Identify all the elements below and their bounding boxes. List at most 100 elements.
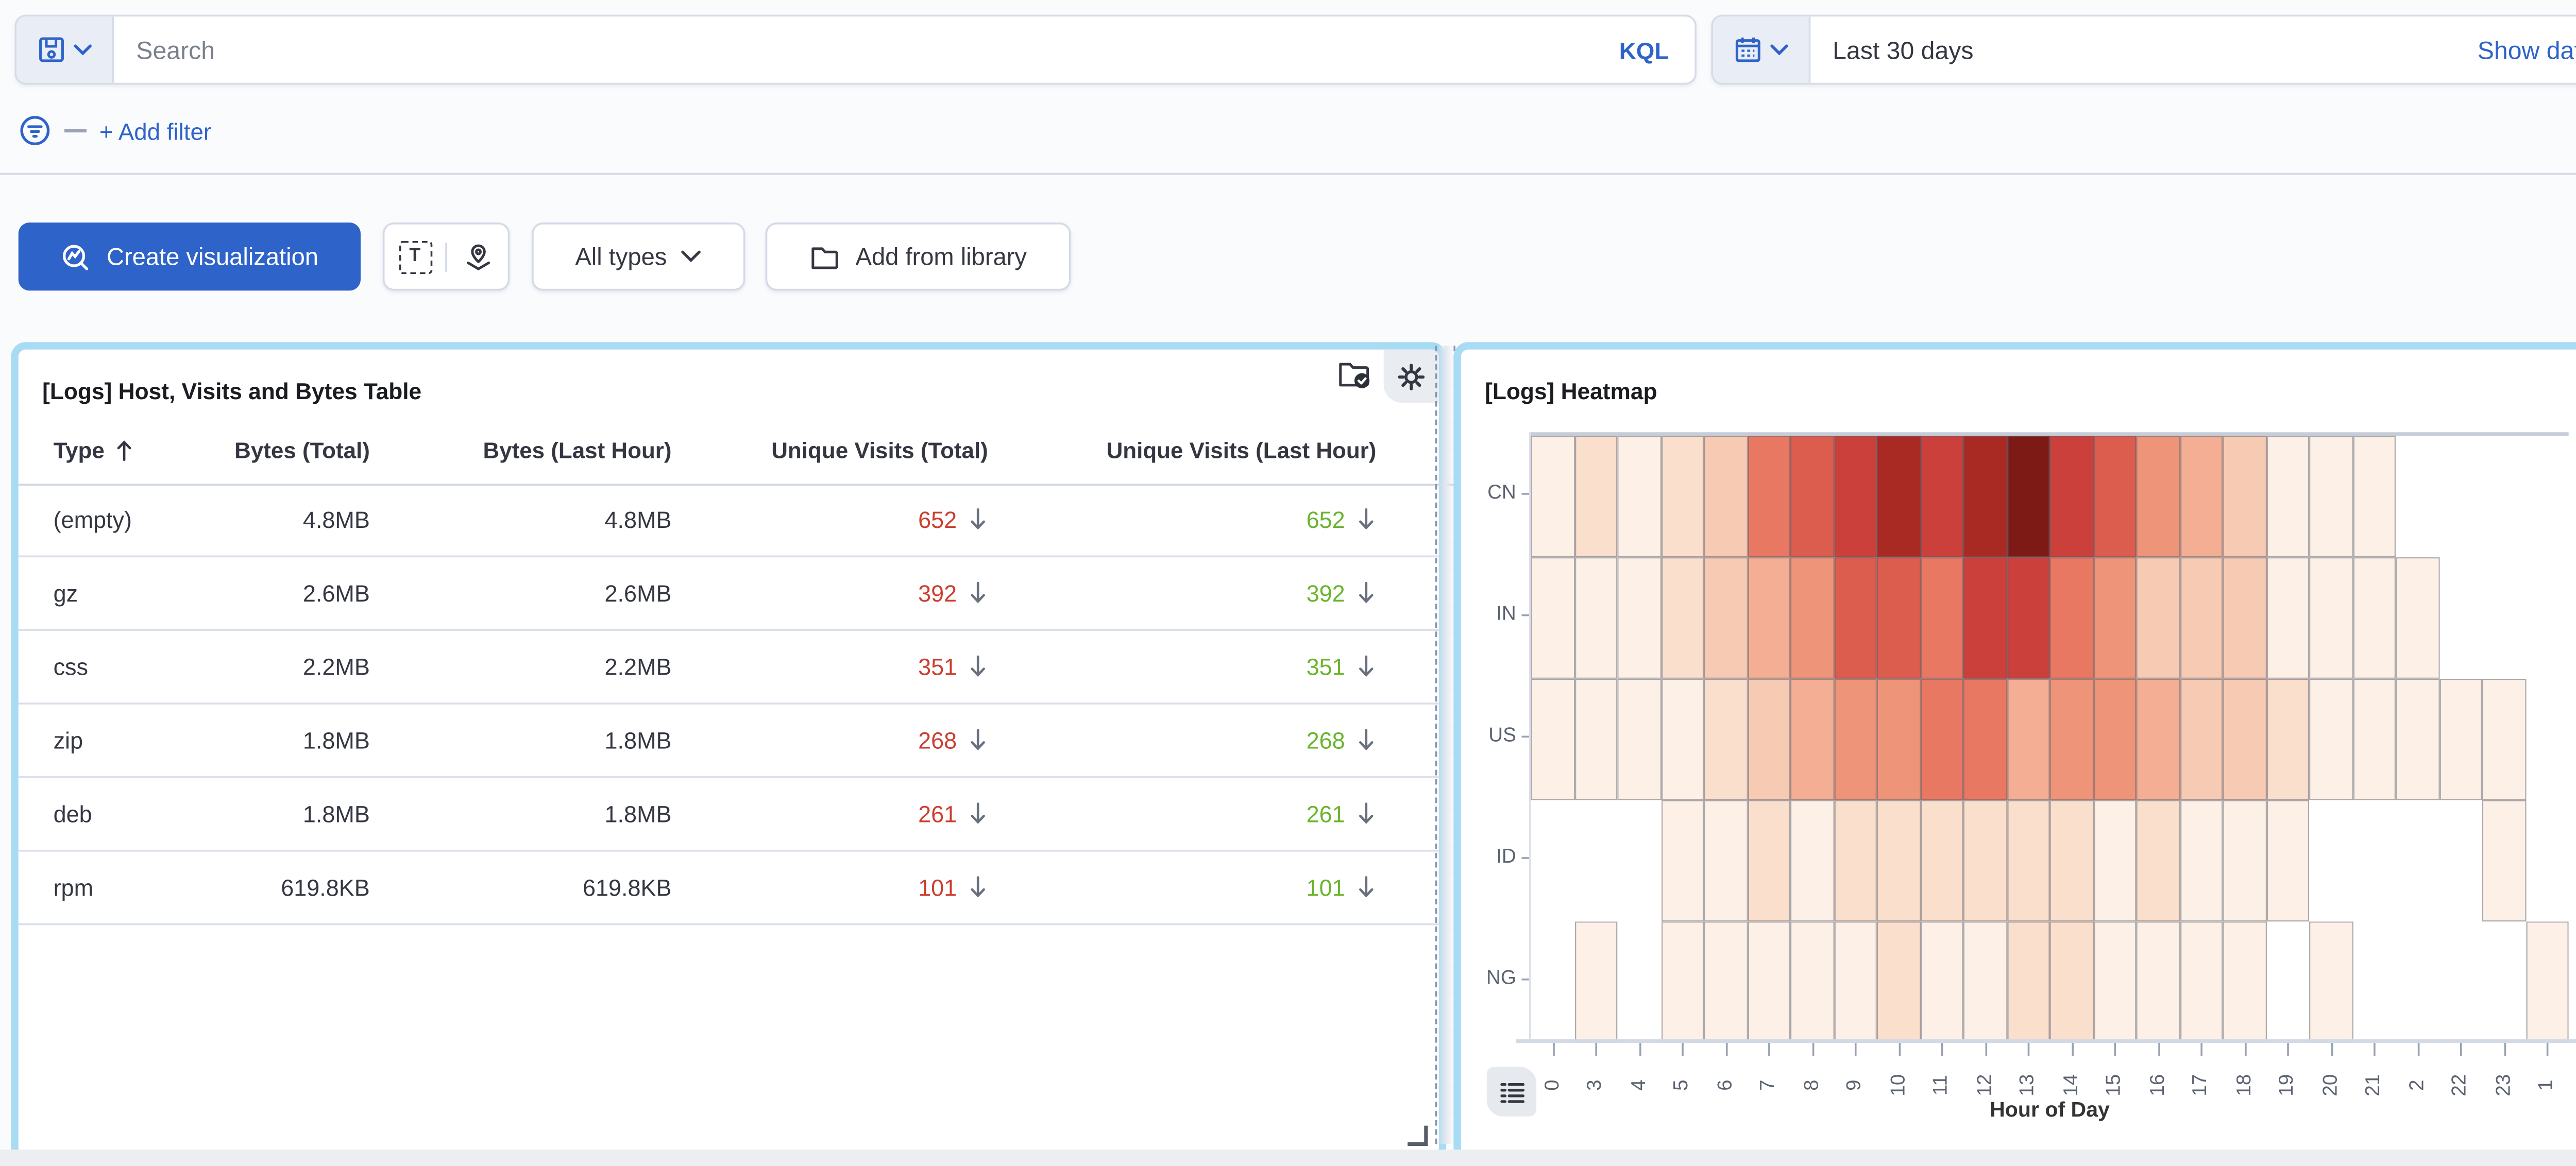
time-range-value[interactable]: Last 30 days xyxy=(1810,16,2477,83)
create-visualization-button[interactable]: Create visualization xyxy=(19,222,361,290)
heatmap-cell[interactable] xyxy=(2266,436,2309,557)
heatmap-cell[interactable] xyxy=(2050,800,2093,922)
heatmap-cell[interactable] xyxy=(2179,800,2223,922)
heatmap-cell[interactable] xyxy=(2396,679,2439,800)
heatmap-cell[interactable] xyxy=(2309,436,2352,557)
heatmap-cell[interactable] xyxy=(1704,679,1747,800)
heatmap-cell[interactable] xyxy=(1617,679,1660,800)
heatmap-cell[interactable] xyxy=(2309,557,2352,679)
add-text-button[interactable]: T xyxy=(384,240,445,273)
panel-resize-handle[interactable] xyxy=(1408,1126,1428,1146)
heatmap-cell[interactable] xyxy=(2179,679,2223,800)
heatmap-cell[interactable] xyxy=(1790,436,1834,557)
heatmap-cell[interactable] xyxy=(2309,921,2352,1043)
heatmap-cell[interactable] xyxy=(2050,921,2093,1043)
heatmap-cell[interactable] xyxy=(1790,557,1834,679)
heatmap-cell[interactable] xyxy=(2093,800,2136,922)
heatmap-cell[interactable] xyxy=(1617,557,1660,679)
heatmap-cell[interactable] xyxy=(2007,921,2050,1043)
panel-gutter[interactable] xyxy=(1435,346,1455,1144)
heatmap-cell[interactable] xyxy=(1920,679,1963,800)
heatmap-cell[interactable] xyxy=(1963,921,2007,1043)
heatmap-cell[interactable] xyxy=(2179,557,2223,679)
heatmap-cell[interactable] xyxy=(2050,557,2093,679)
heatmap-cell[interactable] xyxy=(2352,436,2396,557)
heatmap-cell[interactable] xyxy=(2223,921,2266,1043)
arrow-down-icon[interactable] xyxy=(1356,802,1376,826)
heatmap-cell[interactable] xyxy=(1617,436,1660,557)
heatmap-cell[interactable] xyxy=(1660,921,1704,1043)
heatmap-cell[interactable] xyxy=(1574,921,1617,1043)
heatmap-cell[interactable] xyxy=(1920,557,1963,679)
heatmap-cell[interactable] xyxy=(1877,921,1920,1043)
heatmap-cell[interactable] xyxy=(1747,800,1790,922)
heatmap-cell[interactable] xyxy=(2266,800,2309,922)
arrow-down-icon[interactable] xyxy=(1356,508,1376,531)
heatmap-cell[interactable] xyxy=(1790,800,1834,922)
heatmap-cell[interactable] xyxy=(2266,557,2309,679)
heatmap-cell[interactable] xyxy=(2482,800,2526,922)
heatmap-cell[interactable] xyxy=(1747,557,1790,679)
heatmap-cell[interactable] xyxy=(1963,800,2007,922)
column-header-bytes-last-hour[interactable]: Bytes (Last Hour) xyxy=(370,437,672,462)
heatmap-cell[interactable] xyxy=(2136,921,2179,1043)
column-header-visits-total[interactable]: Unique Visits (Total) xyxy=(672,437,988,462)
arrow-down-icon[interactable] xyxy=(968,802,988,826)
legend-toggle-button[interactable] xyxy=(1487,1067,1536,1116)
heatmap-cell[interactable] xyxy=(1704,436,1747,557)
arrow-down-icon[interactable] xyxy=(1356,581,1376,605)
heatmap-cell[interactable] xyxy=(1747,436,1790,557)
heatmap-cell[interactable] xyxy=(2136,800,2179,922)
arrow-down-icon[interactable] xyxy=(1356,655,1376,678)
column-header-bytes-total[interactable]: Bytes (Total) xyxy=(223,437,370,462)
heatmap-cell[interactable] xyxy=(2223,679,2266,800)
heatmap-cell[interactable] xyxy=(1963,679,2007,800)
column-header-visits-last-hour[interactable]: Unique Visits (Last Hour) xyxy=(988,437,1377,462)
heatmap-cell[interactable] xyxy=(1704,800,1747,922)
heatmap-cell[interactable] xyxy=(2136,436,2179,557)
heatmap-cell[interactable] xyxy=(2266,679,2309,800)
arrow-down-icon[interactable] xyxy=(1356,728,1376,752)
panel-title[interactable]: [Logs] Host, Visits and Bytes Table xyxy=(42,380,421,405)
heatmap-cell[interactable] xyxy=(1877,557,1920,679)
heatmap-cell[interactable] xyxy=(1574,557,1617,679)
kql-button[interactable]: KQL xyxy=(1594,16,1694,83)
heatmap-cell[interactable] xyxy=(2352,679,2396,800)
heatmap-cell[interactable] xyxy=(2093,679,2136,800)
heatmap-cell[interactable] xyxy=(1834,557,1877,679)
show-dates-button[interactable]: Show dates xyxy=(2478,16,2576,83)
heatmap-cell[interactable] xyxy=(1574,679,1617,800)
column-header-type[interactable]: Type xyxy=(54,437,223,462)
heatmap-cell[interactable] xyxy=(1704,557,1747,679)
heatmap-cell[interactable] xyxy=(1834,800,1877,922)
heatmap-cell[interactable] xyxy=(1574,436,1617,557)
heatmap-cell[interactable] xyxy=(1531,557,1574,679)
heatmap-cell[interactable] xyxy=(2136,557,2179,679)
heatmap-cell[interactable] xyxy=(1920,921,1963,1043)
arrow-down-icon[interactable] xyxy=(968,508,988,531)
heatmap-cell[interactable] xyxy=(2179,436,2223,557)
heatmap-cell[interactable] xyxy=(2007,679,2050,800)
heatmap-cell[interactable] xyxy=(2526,921,2569,1043)
heatmap-cell[interactable] xyxy=(1790,679,1834,800)
heatmap-cell[interactable] xyxy=(2223,557,2266,679)
arrow-down-icon[interactable] xyxy=(968,876,988,899)
heatmap-cell[interactable] xyxy=(1963,557,2007,679)
heatmap-cell[interactable] xyxy=(1660,436,1704,557)
heatmap-cell[interactable] xyxy=(1920,436,1963,557)
heatmap-cell[interactable] xyxy=(2223,436,2266,557)
saved-query-menu-button[interactable] xyxy=(16,16,114,83)
heatmap-cell[interactable] xyxy=(1704,921,1747,1043)
heatmap-cell[interactable] xyxy=(1963,436,2007,557)
gear-icon[interactable] xyxy=(1384,350,1439,403)
heatmap-cell[interactable] xyxy=(1660,679,1704,800)
heatmap-cell[interactable] xyxy=(1877,800,1920,922)
search-input[interactable] xyxy=(114,16,1593,83)
heatmap-cell[interactable] xyxy=(1877,679,1920,800)
heatmap-cell[interactable] xyxy=(1834,679,1877,800)
heatmap-cell[interactable] xyxy=(2007,557,2050,679)
heatmap-cell[interactable] xyxy=(1747,679,1790,800)
heatmap-cell[interactable] xyxy=(2093,921,2136,1043)
heatmap-cell[interactable] xyxy=(1531,679,1574,800)
folder-check-icon[interactable] xyxy=(1337,358,1372,390)
